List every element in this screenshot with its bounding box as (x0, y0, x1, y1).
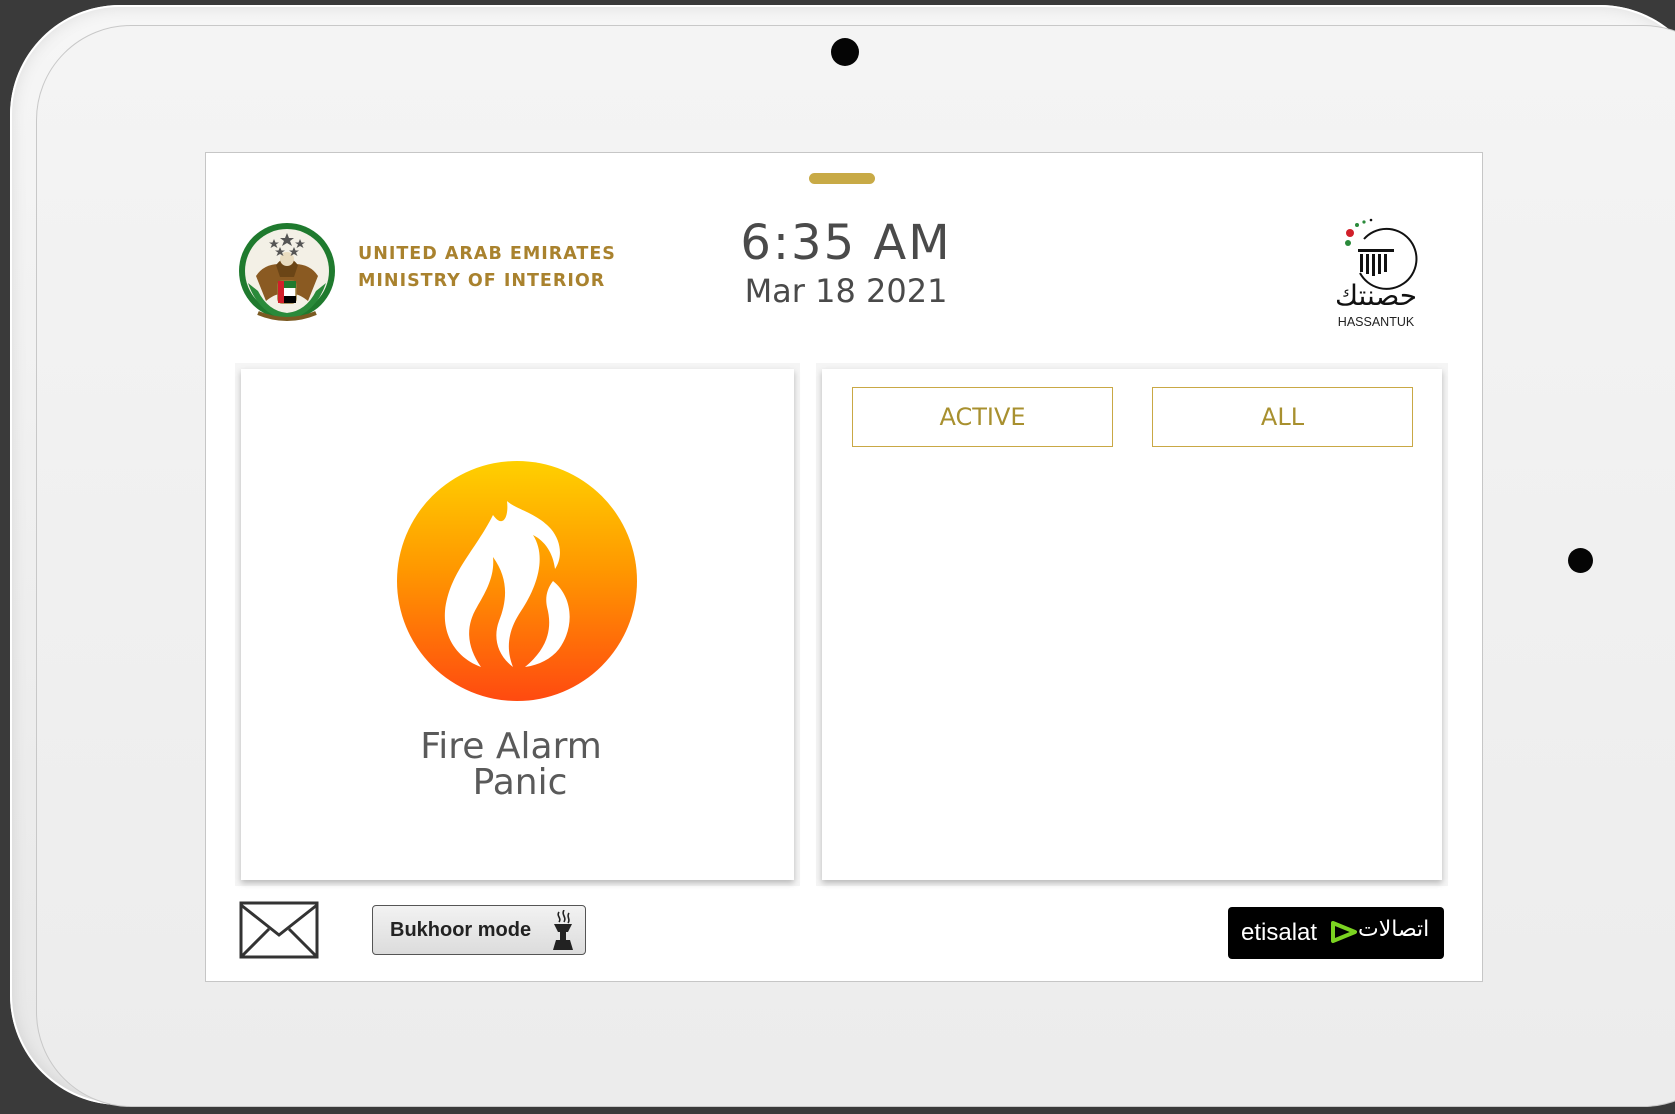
incense-burner-icon (553, 910, 573, 950)
org-line-1: UNITED ARAB EMIRATES (358, 244, 616, 264)
front-camera (831, 38, 859, 66)
screen: UNITED ARAB EMIRATES MINISTRY OF INTERIO… (205, 152, 1483, 982)
envelope-icon[interactable] (239, 901, 319, 959)
hassantuk-emblem-icon: حصنتك (1335, 218, 1418, 312)
filter-all-button[interactable]: ALL (1152, 387, 1413, 447)
alarm-line-2: Panic (472, 762, 568, 803)
fire-icon (444, 501, 570, 667)
filter-active-button[interactable]: ACTIVE (852, 387, 1113, 447)
bukhoor-mode-label: Bukhoor mode (390, 919, 532, 941)
ministry-name: UNITED ARAB EMIRATES MINISTRY OF INTERIO… (358, 241, 616, 295)
etisalat-logo: etisalat اتصالات (1228, 907, 1444, 959)
alarm-line-1: Fire Alarm (420, 726, 602, 767)
moi-emblem-logo (239, 223, 335, 321)
hassantuk-logo: حصنتك HASSANTUK (1316, 213, 1436, 333)
alarm-status-card[interactable]: Fire Alarm Panic (241, 369, 794, 880)
bukhoor-mode-button[interactable]: Bukhoor mode (372, 905, 586, 955)
alarm-label: Fire Alarm Panic (241, 729, 781, 801)
current-time: 6:35 AM (740, 215, 952, 271)
org-line-2: MINISTRY OF INTERIOR (358, 271, 606, 291)
hassantuk-arabic: حصنتك (1335, 279, 1417, 312)
hassantuk-label: HASSANTUK (1337, 315, 1415, 329)
etisalat-arabic: اتصالات (1358, 917, 1430, 942)
side-sensor (1568, 548, 1593, 573)
current-date: Mar 18 2021 (744, 272, 948, 310)
events-card: ACTIVE ALL (822, 369, 1442, 880)
etisalat-latin: etisalat (1241, 919, 1318, 946)
pull-down-handle[interactable] (809, 173, 875, 184)
fire-alarm-badge (397, 461, 637, 701)
clock: 6:35 AM Mar 18 2021 (686, 213, 1006, 309)
etisalat-mark-icon (1331, 921, 1357, 943)
